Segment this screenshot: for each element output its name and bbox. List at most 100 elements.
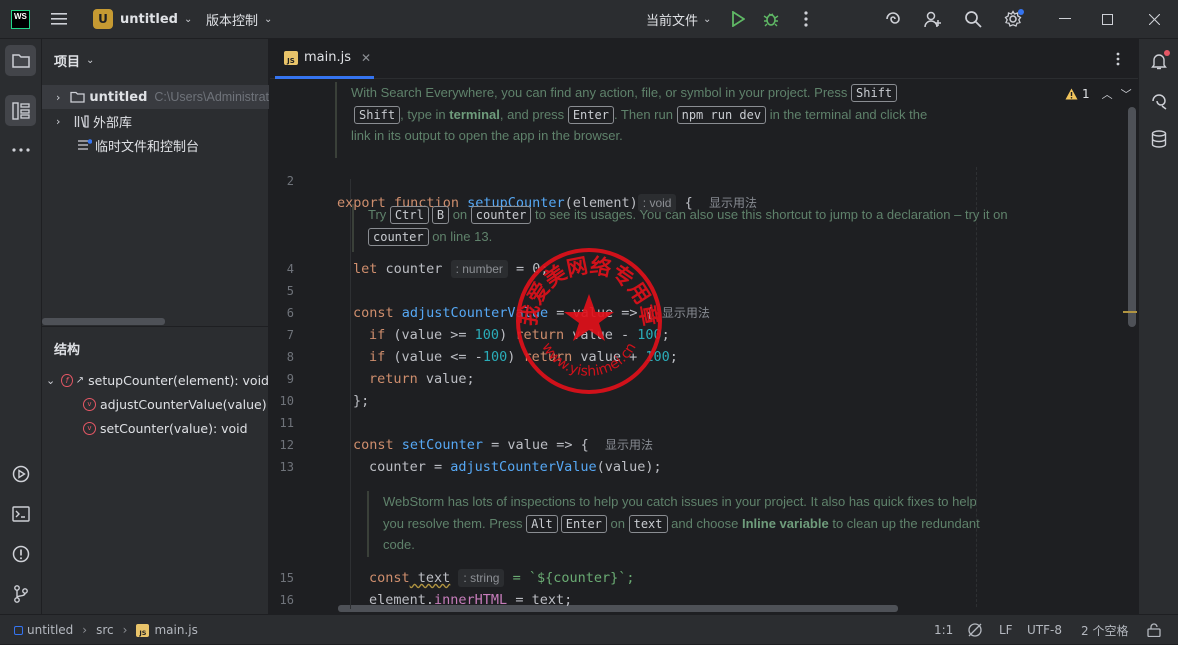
keyword: if xyxy=(369,349,386,365)
kbd-alt: Alt xyxy=(526,514,558,533)
structure-item-set-counter[interactable]: v setCounter(value): void xyxy=(42,416,269,440)
tree-item-external-libraries[interactable]: › 外部库 xyxy=(42,109,269,133)
chevron-down-icon[interactable]: ﹀ xyxy=(1121,86,1132,102)
code-line-15[interactable]: const text : string = `${counter}`; xyxy=(369,567,634,589)
tree-item-scratches[interactable]: 临时文件和控制台 xyxy=(42,133,269,157)
vcs-widget[interactable]: 版本控制 ⌄ xyxy=(206,8,272,30)
structure-item-setup-counter[interactable]: ⌄ f ↗ setupCounter(element): void xyxy=(42,368,269,392)
warning-icon xyxy=(1065,88,1078,100)
tab-actions-icon[interactable] xyxy=(1108,50,1128,68)
line-number: 10 xyxy=(279,394,294,408)
line-number: 4 xyxy=(286,262,294,276)
code-line-12[interactable]: const setCounter = value => { 显示用法 xyxy=(353,434,653,456)
doc-comment-ctrl-b: Try Ctrl B on counter to see its usages. … xyxy=(352,204,1012,252)
more-actions-icon[interactable] xyxy=(796,9,816,29)
close-icon[interactable] xyxy=(1143,9,1165,29)
structure-item-adjust-counter-value[interactable]: v adjustCounterValue(value) xyxy=(42,392,269,416)
code-text: = 0; xyxy=(507,261,549,277)
doc-text: on xyxy=(610,515,625,531)
ai-chat-icon[interactable] xyxy=(1146,89,1172,113)
main-menu-icon[interactable] xyxy=(48,9,70,29)
structure-tool-button[interactable] xyxy=(5,95,36,126)
vertical-scrollbar[interactable] xyxy=(1128,107,1136,327)
tree-item-path: C:\Users\Administrat xyxy=(154,90,269,104)
doc-text: on line 13. xyxy=(432,228,493,244)
chevron-up-icon[interactable]: ︿ xyxy=(1102,86,1113,102)
notifications-icon[interactable] xyxy=(1146,49,1172,73)
keyword: const xyxy=(353,305,394,321)
indent-setting[interactable]: 2 个空格 xyxy=(1081,615,1128,645)
code-line-7[interactable]: if (value >= 100) return value - 100; xyxy=(369,324,670,346)
keyword: return xyxy=(515,327,565,343)
run-icon[interactable] xyxy=(728,9,748,29)
scratch-icon xyxy=(78,139,92,151)
logo-text: WS xyxy=(14,12,27,21)
terminal-icon[interactable] xyxy=(5,501,36,527)
maximize-icon[interactable] xyxy=(1096,9,1118,29)
inspection-widget[interactable]: 1 ︿ ﹀ xyxy=(1065,85,1132,103)
doc-text: and choose xyxy=(671,515,739,531)
tab-main-js[interactable]: JS main.js ✕ xyxy=(275,39,374,79)
chevron-right-icon: › xyxy=(82,623,88,637)
inspection-off-icon[interactable] xyxy=(967,615,983,645)
cursor-position[interactable]: 1:1 xyxy=(934,615,953,645)
js-file-icon: JS xyxy=(136,623,150,637)
code-line-10[interactable]: }; xyxy=(353,390,369,412)
project-tool-button[interactable] xyxy=(5,45,36,76)
project-panel-title: 项目 xyxy=(54,55,81,70)
kbd-b: B xyxy=(431,206,450,224)
project-panel-header[interactable]: 项目 ⌄ xyxy=(54,51,94,70)
breadcrumb-item[interactable]: main.js xyxy=(154,623,197,637)
git-icon[interactable] xyxy=(5,581,36,607)
show-usages-link[interactable]: 显示用法 xyxy=(605,438,653,452)
services-icon[interactable] xyxy=(5,461,36,487)
ai-assistant-icon[interactable] xyxy=(882,9,904,29)
identifier: text xyxy=(409,570,451,586)
debug-icon[interactable] xyxy=(761,9,781,29)
tree-item-untitled[interactable]: › untitled C:\Users\Administrat xyxy=(42,85,269,109)
code-line-4[interactable]: let counter : number = 0; xyxy=(353,258,549,280)
database-icon[interactable] xyxy=(1146,127,1172,151)
problems-icon[interactable] xyxy=(5,541,36,567)
horizontal-scrollbar[interactable] xyxy=(42,318,165,325)
structure-panel-title: 结构 xyxy=(54,343,81,358)
project-widget[interactable]: U untitled ⌄ xyxy=(93,8,192,30)
kbd-enter: Enter xyxy=(560,514,607,533)
line-number: 2 xyxy=(286,174,294,188)
code-text: = value => { xyxy=(483,437,589,453)
code-text: counter = xyxy=(369,459,451,475)
search-icon[interactable] xyxy=(962,9,984,29)
code-line-16[interactable]: element.innerHTML = text; xyxy=(369,589,572,611)
run-config-selector[interactable]: 当前文件 ⌄ xyxy=(646,8,711,30)
file-encoding[interactable]: UTF-8 xyxy=(1027,615,1062,645)
kbd-enter: Enter xyxy=(567,105,614,124)
add-user-icon[interactable] xyxy=(922,9,944,29)
lock-icon[interactable] xyxy=(1147,615,1161,645)
function-name: adjustCounterValue xyxy=(393,305,549,321)
keyword: return xyxy=(523,349,573,365)
code-line-6[interactable]: const adjustCounterValue = value => { 显示… xyxy=(353,302,710,324)
line-separator[interactable]: LF xyxy=(999,615,1013,645)
code-line-8[interactable]: if (value <= -100) return value + 100; xyxy=(369,346,678,368)
webstorm-logo[interactable]: WS xyxy=(11,10,30,29)
code-line-13[interactable]: counter = adjustCounterValue(value); xyxy=(369,456,662,478)
code-line-9[interactable]: return value; xyxy=(369,368,475,390)
panel-divider[interactable] xyxy=(42,326,269,327)
minimize-icon[interactable] xyxy=(1054,9,1076,29)
line-number: 12 xyxy=(279,438,294,452)
more-tools-icon[interactable] xyxy=(5,137,36,163)
editor-area: JS main.js ✕ 1 ︿ ﹀ With Search Everywher… xyxy=(270,39,1138,614)
keyword: const xyxy=(369,570,410,586)
show-usages-link[interactable]: 显示用法 xyxy=(662,306,710,320)
settings-icon[interactable] xyxy=(1002,9,1024,29)
module-icon xyxy=(14,625,23,635)
code-text: (value); xyxy=(596,459,662,475)
code-text: element. xyxy=(369,592,435,608)
structure-item-label: setCounter(value): void xyxy=(100,420,248,436)
breadcrumb-item[interactable]: src xyxy=(96,623,114,637)
keyword: return xyxy=(369,371,418,387)
breadcrumb-item[interactable]: untitled xyxy=(27,623,73,637)
chevron-down-icon: ⌄ xyxy=(46,373,56,387)
tab-close-icon[interactable]: ✕ xyxy=(361,51,371,65)
code-line-2[interactable]: export function setupCounter(element): v… xyxy=(337,170,757,212)
